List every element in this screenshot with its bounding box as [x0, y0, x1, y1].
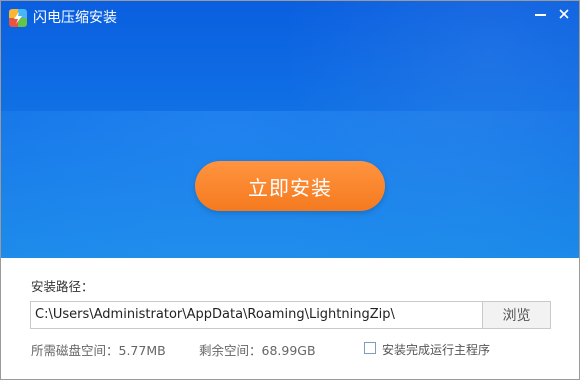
run-after-install-label[interactable]: 安装完成运行主程序 [382, 341, 490, 358]
bolt-icon [14, 12, 22, 24]
browse-button[interactable]: 浏览 [482, 301, 551, 329]
install-path-label: 安装路径： [31, 279, 94, 294]
title-bar[interactable]: 闪电压缩安装 [1, 1, 579, 35]
window-title: 闪电压缩安装 [33, 10, 117, 26]
banner: 闪电压缩安装 立即安装 [1, 1, 579, 258]
close-icon [559, 9, 569, 19]
install-path-input[interactable]: C:\Users\Administrator\AppData\Roaming\L… [30, 301, 482, 329]
install-options-panel: 安装路径： C:\Users\Administrator\AppData\Roa… [1, 258, 579, 379]
required-space-text: 所需磁盘空间：5.77MB [31, 343, 166, 358]
remaining-space-text: 剩余空间：68.99GB [199, 343, 316, 358]
minimize-button[interactable] [529, 3, 551, 25]
minimize-icon [535, 14, 546, 16]
lightning-zip-icon [9, 9, 27, 27]
disk-info-row: 所需磁盘空间：5.77MB 剩余空间：68.99GB 安装完成运行主程序 [31, 340, 571, 358]
close-button[interactable] [553, 3, 575, 25]
installer-window: 闪电压缩安装 立即安装 安装路径： C:\Users\Administrator… [0, 0, 580, 380]
install-now-button[interactable]: 立即安装 [195, 161, 385, 211]
run-after-install-checkbox[interactable] [364, 342, 376, 354]
